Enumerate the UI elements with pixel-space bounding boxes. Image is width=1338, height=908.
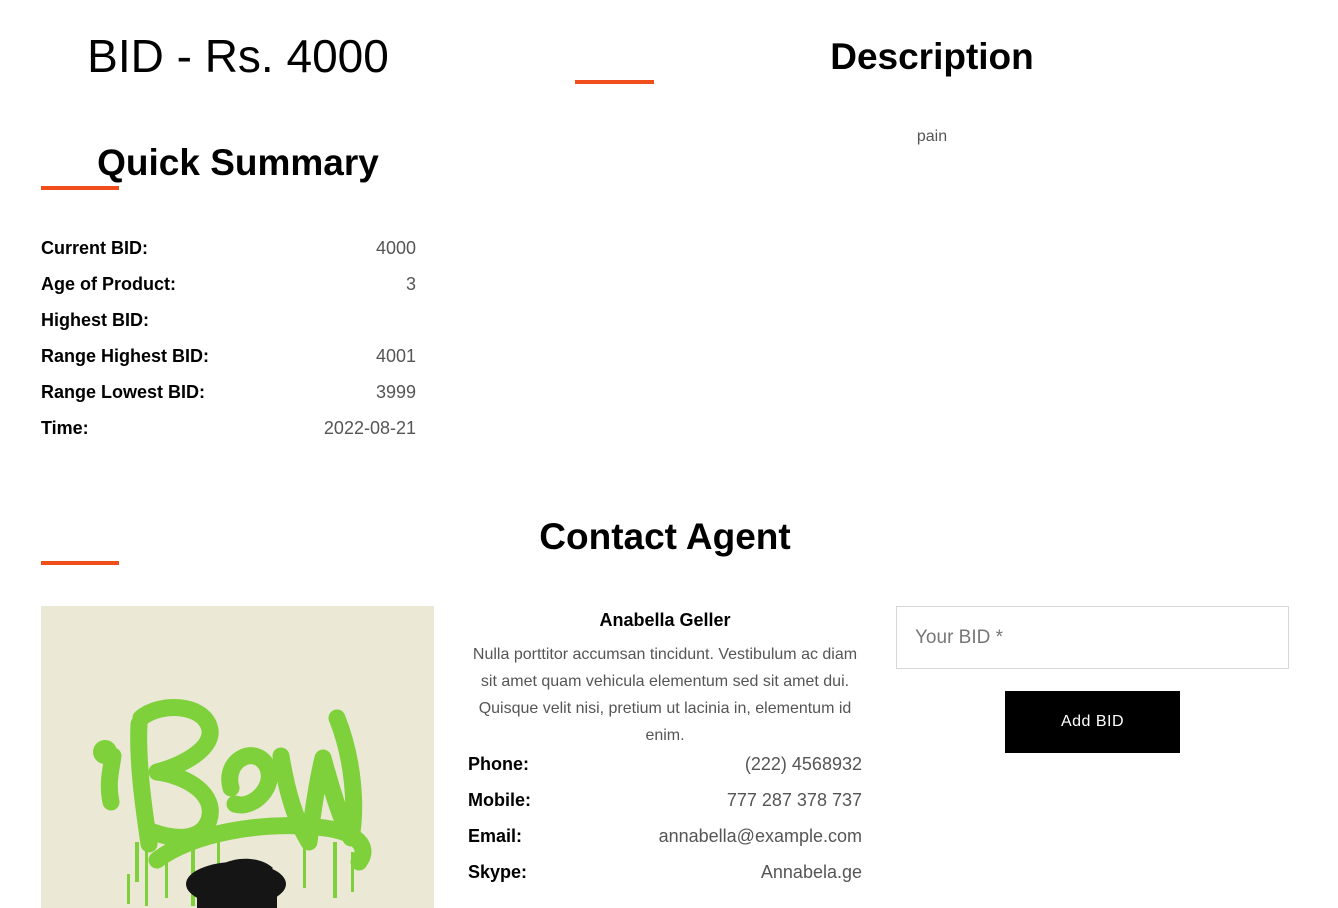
agent-skype-row: Skype: Annabela.ge — [468, 860, 862, 884]
summary-row-current-bid: Current BID: 4000 — [41, 236, 416, 260]
description-text: pain — [916, 128, 948, 145]
summary-row-range-lowest: Range Lowest BID: 3999 — [41, 380, 416, 404]
bid-price-title: BID - Rs. 4000 — [87, 30, 389, 82]
agent-phone-row: Phone: (222) 4568932 — [468, 752, 862, 776]
agent-detail-label: Phone: — [468, 753, 529, 774]
quick-summary-title: Quick Summary — [97, 142, 379, 183]
agent-detail-label: Mobile: — [468, 789, 531, 810]
summary-label: Range Lowest BID: — [41, 381, 206, 402]
agent-email-row: Email: annabella@example.com — [468, 824, 862, 848]
agent-detail-label: Skype: — [468, 861, 528, 882]
add-bid-button[interactable]: Add BID — [1005, 691, 1180, 753]
accent-underline — [41, 186, 119, 190]
summary-label: Current BID: — [41, 237, 148, 258]
summary-value: 4000 — [375, 237, 416, 258]
contact-agent-title: Contact Agent — [539, 516, 791, 557]
summary-label: Age of Product: — [41, 273, 176, 294]
accent-underline — [575, 80, 654, 84]
summary-row-time: Time: 2022-08-21 — [41, 416, 416, 440]
your-bid-input[interactable] — [896, 606, 1289, 669]
summary-label: Range Highest BID: — [41, 345, 210, 366]
page: BID - Rs. 4000 Description pain Quick Su… — [0, 0, 1338, 908]
summary-label: Time: — [41, 417, 89, 438]
agent-photo — [41, 606, 434, 908]
summary-value: 2022-08-21 — [323, 417, 416, 438]
summary-row-range-highest: Range Highest BID: 4001 — [41, 344, 416, 368]
summary-row-highest-bid: Highest BID: — [41, 308, 416, 332]
agent-bio: Nulla porttitor accumsan tincidunt. Vest… — [472, 646, 858, 744]
agent-mobile-value: 777 287 378 737 — [726, 789, 862, 810]
agent-detail-label: Email: — [468, 825, 523, 846]
summary-value: 3999 — [375, 381, 416, 402]
summary-label: Highest BID: — [41, 309, 149, 330]
summary-row-age: Age of Product: 3 — [41, 272, 416, 296]
accent-underline — [41, 561, 119, 565]
agent-name: Anabella Geller — [599, 610, 731, 630]
summary-value: 3 — [405, 273, 416, 294]
description-title: Description — [830, 36, 1034, 77]
agent-skype-value: Annabela.ge — [760, 861, 862, 882]
agent-mobile-row: Mobile: 777 287 378 737 — [468, 788, 862, 812]
summary-value: 4001 — [375, 345, 416, 366]
agent-email-value: annabella@example.com — [658, 825, 862, 846]
graffiti-artwork — [41, 606, 434, 908]
agent-phone-value: (222) 4568932 — [744, 753, 862, 774]
